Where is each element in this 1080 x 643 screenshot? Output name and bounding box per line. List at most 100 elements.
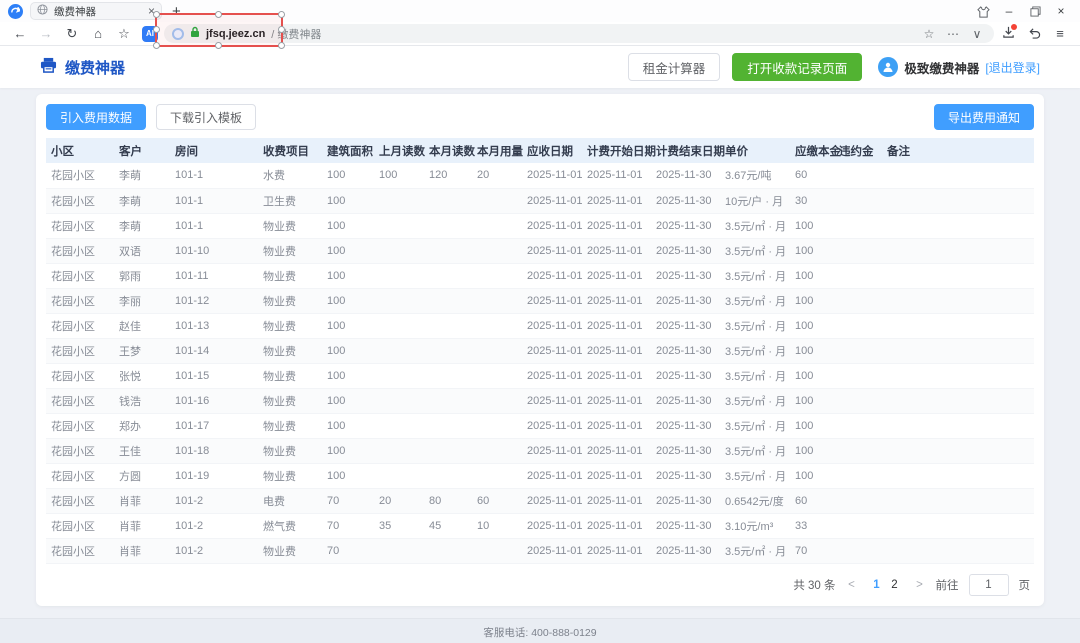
pagination-page-2[interactable]: 2 (886, 579, 904, 591)
table-row: 花园小区赵佳101-13物业费1002025-11-012025-11-0120… (46, 313, 1034, 338)
table-cell: 2025-11-30 (651, 338, 720, 363)
home-icon[interactable]: ⌂ (86, 27, 110, 40)
table-cell: 水费 (258, 163, 322, 188)
table-cell (424, 438, 472, 463)
table-cell: 2025-11-01 (582, 363, 651, 388)
table-cell: 3.5元/㎡ · 月 (720, 313, 790, 338)
back-icon[interactable]: ← (8, 27, 32, 40)
table-cell: 物业费 (258, 313, 322, 338)
table-cell (374, 188, 424, 213)
pagination-prev[interactable]: < (844, 579, 860, 591)
table-cell (472, 438, 522, 463)
table-cell: 101-12 (170, 288, 258, 313)
table-cell (882, 463, 1034, 488)
table-cell (472, 238, 522, 263)
export-notice-button[interactable]: 导出费用通知 (934, 104, 1034, 130)
table-cell: 花园小区 (46, 288, 114, 313)
table-cell: 2025-11-01 (582, 513, 651, 538)
menu-icon[interactable]: ≡ (1048, 27, 1072, 40)
table-cell (882, 488, 1034, 513)
table-cell (882, 388, 1034, 413)
reload-icon[interactable]: ↻ (60, 27, 84, 40)
table-cell (374, 313, 424, 338)
annotation-handle (278, 26, 285, 33)
table-cell: 物业费 (258, 413, 322, 438)
column-header: 应缴本金 (790, 138, 834, 163)
table-cell: 101-1 (170, 163, 258, 188)
table-cell: 2025-11-30 (651, 538, 720, 563)
table-cell: 物业费 (258, 538, 322, 563)
table-cell: 2025-11-01 (522, 163, 582, 188)
table-cell: 花园小区 (46, 188, 114, 213)
column-header: 小区 (46, 138, 114, 163)
browser-logo-icon[interactable] (8, 4, 23, 19)
table-cell: 101-14 (170, 338, 258, 363)
column-header: 计费开始日期 (582, 138, 651, 163)
window-close-button[interactable]: × (1048, 0, 1074, 22)
table-cell: 100 (322, 413, 374, 438)
table-row: 花园小区王佳101-18物业费1002025-11-012025-11-0120… (46, 438, 1034, 463)
address-dropdown-icon[interactable]: ∨ (968, 27, 986, 41)
logout-link[interactable]: [退出登录] (985, 59, 1040, 76)
table-cell (834, 188, 882, 213)
column-header: 本月用量 (472, 138, 522, 163)
table-cell (424, 538, 472, 563)
table-cell (374, 463, 424, 488)
undo-arrow-icon[interactable] (1022, 27, 1046, 41)
window-minimize-button[interactable]: – (996, 0, 1022, 22)
import-data-button[interactable]: 引入费用数据 (46, 104, 146, 130)
pagination-next[interactable]: > (912, 579, 928, 591)
table-cell: 2025-11-01 (522, 363, 582, 388)
more-actions-icon[interactable]: ⋯ (944, 27, 962, 41)
table-cell (882, 188, 1034, 213)
table-row: 花园小区王梦101-14物业费1002025-11-012025-11-0120… (46, 338, 1034, 363)
bookmarks-icon[interactable]: ☆ (112, 27, 136, 40)
browser-tab[interactable]: 缴费神器 × (30, 2, 162, 20)
table-cell (374, 538, 424, 563)
table-cell: 2025-11-30 (651, 163, 720, 188)
table-cell: 3.5元/㎡ · 月 (720, 463, 790, 488)
window-restore-button[interactable] (1022, 0, 1048, 22)
table-cell: 2025-11-01 (582, 338, 651, 363)
main-card: 引入费用数据 下载引入模板 导出费用通知 小区客户房间收费项目建筑面积上月读数本… (36, 94, 1044, 606)
pagination-total: 共 30 条 (793, 577, 835, 593)
downloads-icon[interactable] (996, 26, 1020, 42)
table-cell (882, 288, 1034, 313)
table-cell (374, 338, 424, 363)
table-cell: 100 (322, 438, 374, 463)
open-records-button[interactable]: 打开收款记录页面 (732, 53, 862, 81)
table-cell: 100 (790, 263, 834, 288)
table-cell: 王佳 (114, 438, 170, 463)
table-cell (834, 438, 882, 463)
table-cell: 101-10 (170, 238, 258, 263)
forward-icon[interactable]: → (34, 27, 58, 40)
pagination-goto-input[interactable] (969, 574, 1009, 596)
table-cell: 2025-11-01 (522, 438, 582, 463)
table-cell: 2025-11-01 (582, 213, 651, 238)
table-cell: 2025-11-30 (651, 413, 720, 438)
table-cell: 70 (322, 513, 374, 538)
table-cell: 花园小区 (46, 263, 114, 288)
table-cell: 李萌 (114, 213, 170, 238)
table-cell: 2025-11-30 (651, 438, 720, 463)
table-row: 花园小区李萌101-1卫生费1002025-11-012025-11-01202… (46, 188, 1034, 213)
download-template-button[interactable]: 下载引入模板 (156, 104, 256, 130)
table-cell (472, 363, 522, 388)
theme-shirt-icon[interactable] (970, 0, 996, 22)
table-cell (834, 163, 882, 188)
table-cell: 2025-11-30 (651, 288, 720, 313)
table-cell: 101-2 (170, 488, 258, 513)
app-title: 缴费神器 (40, 57, 125, 78)
pagination-page-1[interactable]: 1 (868, 579, 886, 591)
rent-calculator-button[interactable]: 租金计算器 (628, 53, 721, 81)
pagination-pages: 12 (868, 579, 904, 591)
table-cell: 101-15 (170, 363, 258, 388)
table-cell: 3.5元/㎡ · 月 (720, 213, 790, 238)
user-name: 极致缴费神器 (904, 58, 979, 77)
table-cell: 2025-11-01 (522, 413, 582, 438)
annotation-handle (215, 42, 222, 49)
address-bar[interactable]: jfsq.jeez.cn / 缴费神器 ☆ ⋯ ∨ (164, 24, 994, 43)
table-cell: 王梦 (114, 338, 170, 363)
bookmark-star-icon[interactable]: ☆ (920, 27, 938, 41)
table-cell: 方圆 (114, 463, 170, 488)
